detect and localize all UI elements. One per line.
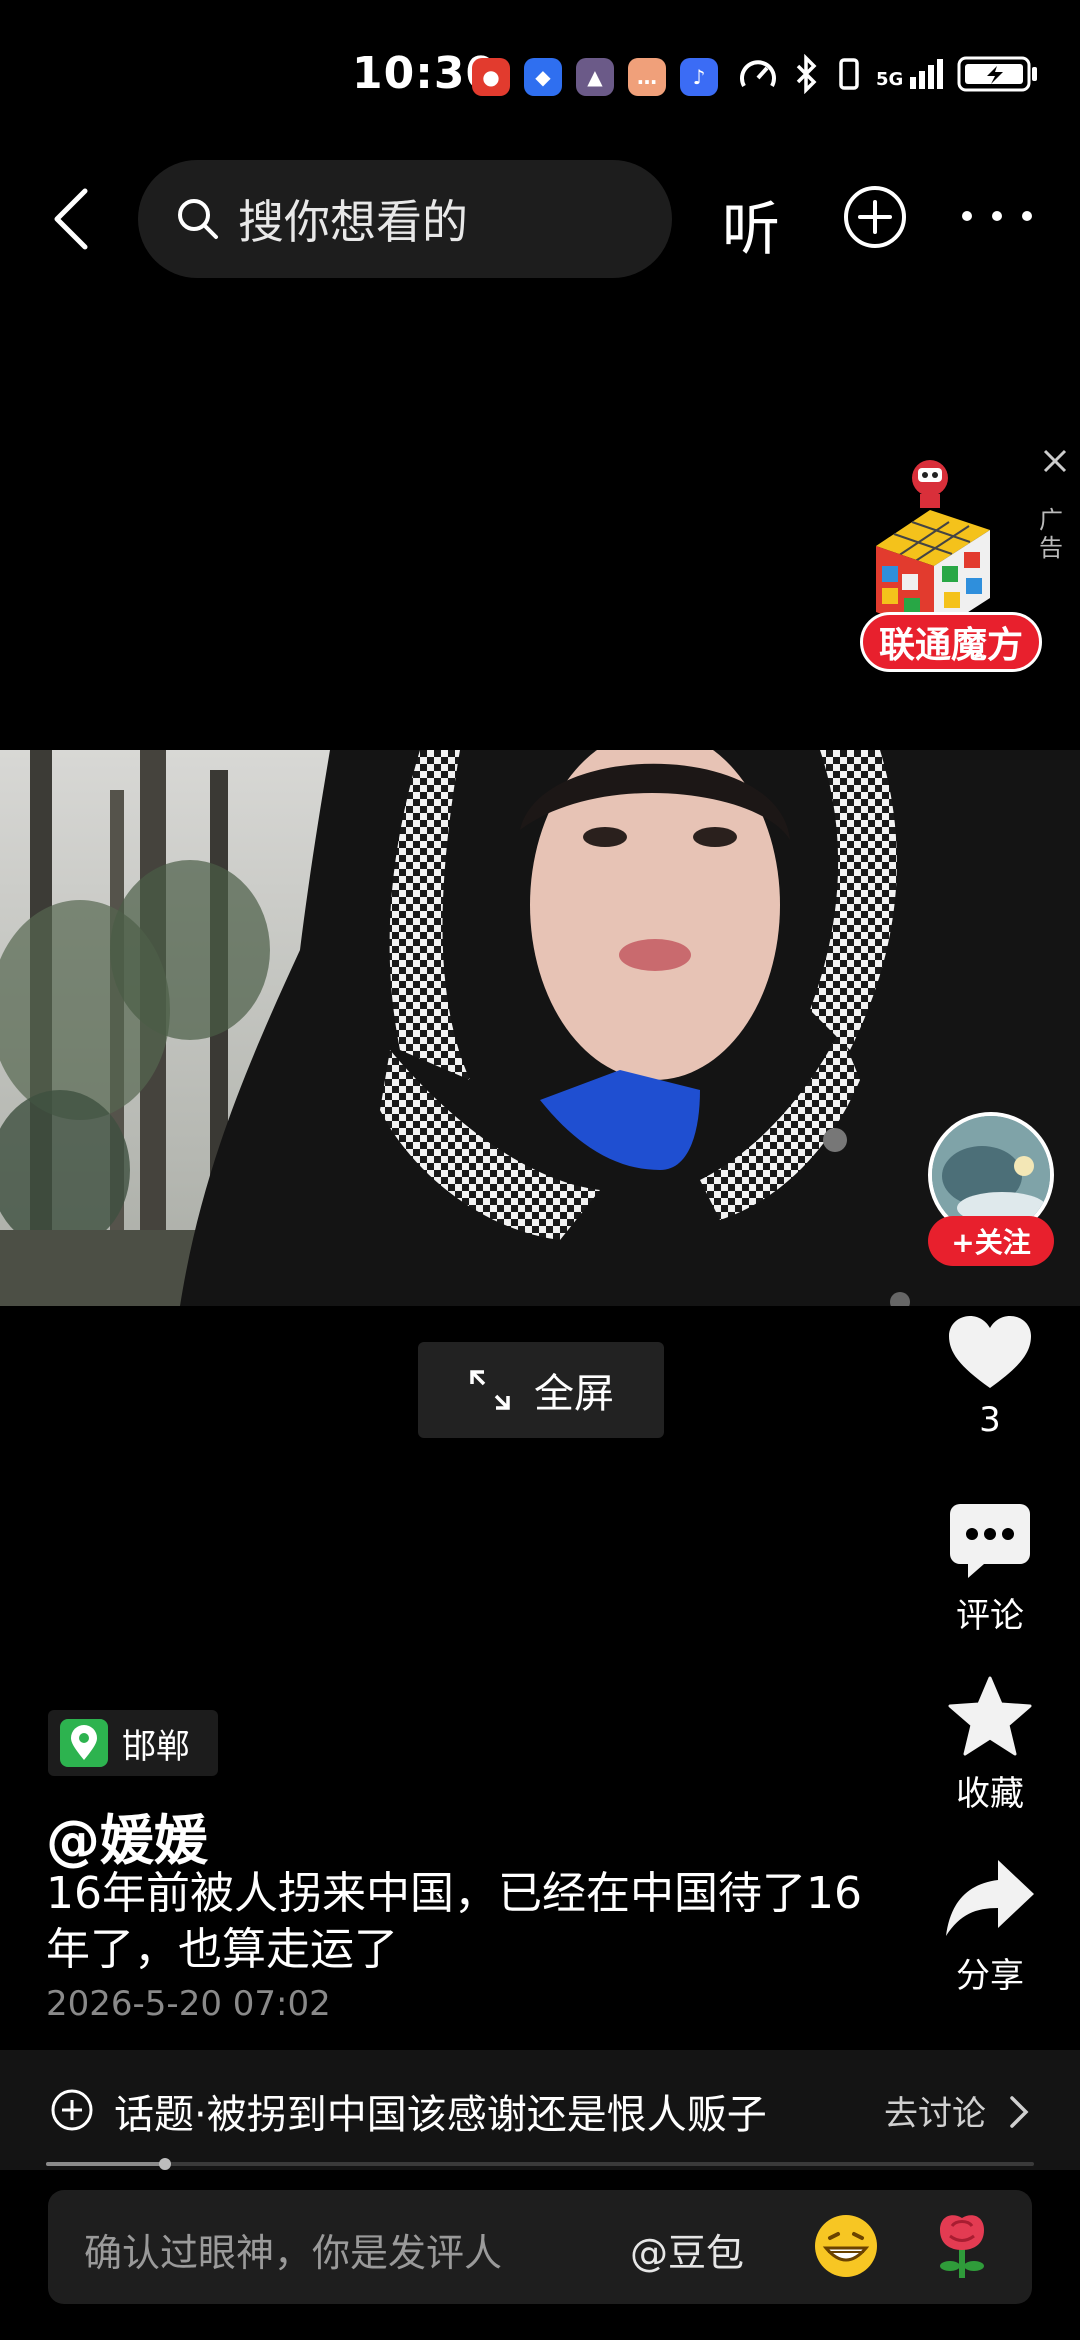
topic-bar[interactable]: 话题·被拐到中国该感谢还是恨人贩子 去讨论 — [0, 2050, 1080, 2170]
rose-emoji-icon[interactable] — [930, 2210, 994, 2280]
comment-button[interactable]: 评论 — [930, 1504, 1050, 1637]
favorite-label: 收藏 — [956, 1774, 1024, 1814]
like-count: 3 — [979, 1400, 1001, 1440]
video-progress-bar[interactable] — [46, 2158, 1034, 2170]
more-options-button[interactable] — [962, 196, 1032, 236]
speed-icon — [740, 60, 776, 87]
dot-icon — [992, 211, 1002, 221]
discuss-link[interactable]: 去讨论 — [884, 2086, 986, 2135]
music-icon: ♪ — [680, 58, 718, 96]
share-button[interactable]: 分享 — [930, 1860, 1050, 1997]
topic-text: 话题·被拐到中国该感谢还是恨人贩子 — [114, 2092, 767, 2138]
search-bar[interactable]: 搜你想看的 — [138, 160, 672, 278]
search-icon — [178, 199, 218, 239]
expand-icon — [470, 1370, 510, 1410]
share-arrow-icon — [946, 1860, 1034, 1936]
location-tag[interactable]: 邯郸 — [48, 1710, 218, 1776]
status-app-icons: ● ◆ ▲ … ♪ — [472, 58, 718, 96]
ad-tag: 广告 — [1039, 506, 1063, 562]
comment-placeholder: 确认过眼神，你是发评人 — [84, 2231, 503, 2275]
top-navigation: 搜你想看的 听 — [0, 156, 1080, 282]
close-icon[interactable] — [1040, 446, 1070, 476]
video-frame-image — [0, 750, 1080, 1306]
grin-emoji-icon[interactable] — [812, 2212, 880, 2280]
share-label: 分享 — [956, 1956, 1024, 1996]
comment-label: 评论 — [956, 1596, 1024, 1636]
post-time: 2026-5-20 07:02 — [46, 1984, 331, 2024]
back-button[interactable] — [40, 184, 102, 254]
heart-icon — [949, 1316, 1031, 1388]
vibrate-icon — [839, 58, 859, 90]
comment-input-bar[interactable]: 确认过眼神，你是发评人 @豆包 — [48, 2190, 1032, 2304]
status-bar: 10:30 ● ◆ ▲ … ♪ 5G — [0, 0, 1080, 150]
post-caption: 16年前被人拐来中国，已经在中国待了16年了，也算走运了 — [46, 1868, 862, 1975]
star-icon — [948, 1676, 1032, 1756]
add-icon[interactable] — [842, 184, 908, 250]
add-circle-icon — [51, 2089, 93, 2131]
back-arrow-icon — [54, 188, 88, 250]
bluetooth-icon — [796, 54, 817, 94]
chat-icon: … — [628, 58, 666, 96]
network-type: 5G — [876, 69, 904, 90]
location-pin-icon — [60, 1719, 108, 1767]
signal-icon: 5G — [876, 59, 944, 90]
listen-button[interactable]: 听 — [722, 182, 780, 266]
dot-icon — [1022, 211, 1032, 221]
video-player[interactable] — [0, 750, 1080, 1306]
battery-icon — [957, 56, 1038, 92]
progress-knob[interactable] — [159, 2158, 171, 2170]
search-placeholder: 搜你想看的 — [238, 195, 468, 249]
fullscreen-label: 全屏 — [534, 1371, 614, 1417]
favorite-button[interactable]: 收藏 — [930, 1676, 1050, 1815]
comment-icon — [950, 1504, 1030, 1578]
location-text: 邯郸 — [122, 1726, 190, 1767]
status-indicators: 5G — [738, 54, 1039, 94]
jd-icon: ● — [472, 58, 510, 96]
fullscreen-button[interactable]: 全屏 — [418, 1342, 664, 1438]
game-icon: ▲ — [576, 58, 614, 96]
follow-button[interactable]: +关注 — [928, 1216, 1054, 1266]
author-name[interactable]: @媛媛 — [46, 1796, 208, 1875]
progress-fill — [46, 2162, 165, 2166]
like-button[interactable]: 3 — [930, 1316, 1050, 1440]
dot-icon — [962, 211, 972, 221]
chevron-right-icon — [1010, 2096, 1029, 2128]
ad-label[interactable]: 联通魔方 — [860, 612, 1042, 672]
mention-button[interactable]: @豆包 — [630, 2222, 744, 2277]
baidu-icon: ◆ — [524, 58, 562, 96]
